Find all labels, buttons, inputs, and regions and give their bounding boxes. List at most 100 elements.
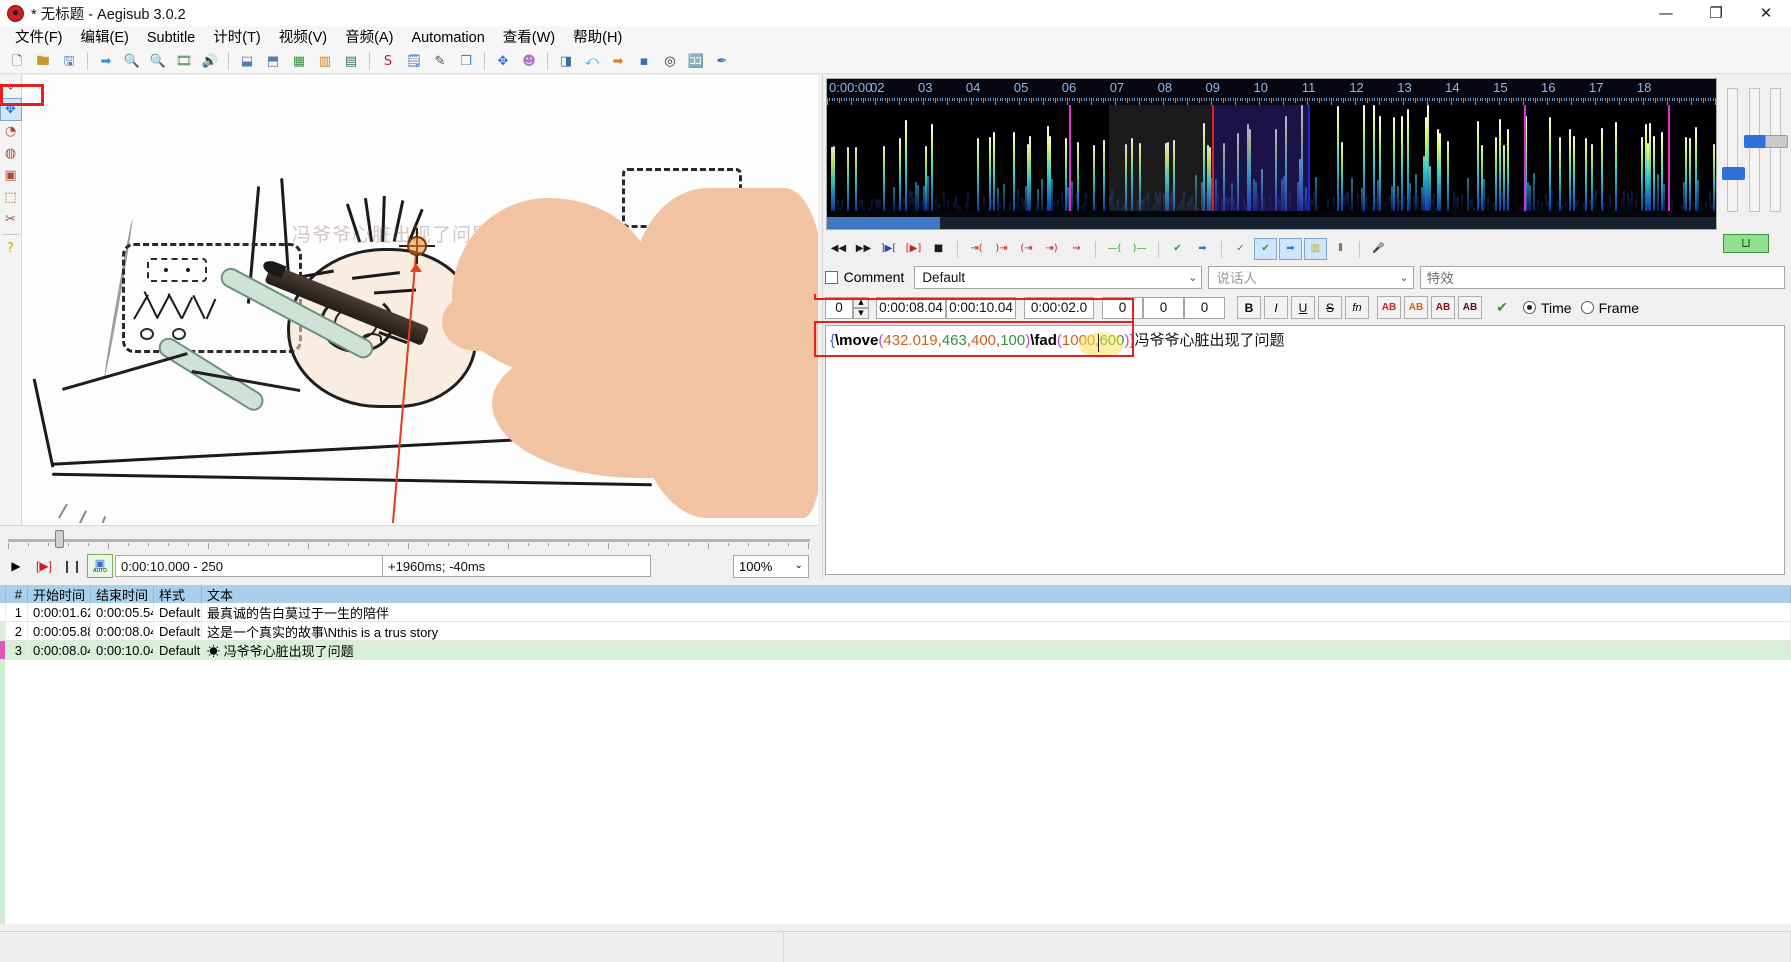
open-audio-icon[interactable]: 🔊 bbox=[198, 50, 222, 72]
horizontal-zoom-thumb[interactable] bbox=[1722, 167, 1745, 180]
snap-start-icon[interactable]: ⤺ bbox=[580, 50, 604, 72]
audio-play-selection-icon[interactable]: ]▶[ bbox=[877, 238, 900, 260]
audio-play-after-end-icon[interactable]: ⇥) bbox=[1040, 238, 1063, 260]
audio-prev-icon[interactable]: ◀◀ bbox=[827, 238, 850, 260]
margin-left-field[interactable]: 0 bbox=[1102, 296, 1143, 319]
grid-header-number[interactable]: # bbox=[6, 586, 28, 603]
audio-spectrum-mode-icon[interactable]: ▥ bbox=[1304, 238, 1327, 260]
secondary-color-button[interactable]: AB bbox=[1404, 296, 1428, 319]
grid-empty-area[interactable] bbox=[0, 660, 1791, 926]
actor-combo[interactable]: 说话人 ⌄ bbox=[1208, 265, 1414, 289]
commit-button[interactable]: ✔ bbox=[1490, 296, 1514, 319]
styles-manager-icon[interactable]: ▦ bbox=[287, 50, 311, 72]
menu-view[interactable]: 查看(W) bbox=[494, 27, 564, 49]
paste-over-icon[interactable]: ❐ bbox=[454, 50, 478, 72]
grid-header-end[interactable]: 结束时间 bbox=[91, 586, 154, 603]
margin-right-field[interactable]: 0 bbox=[1143, 296, 1184, 319]
menu-subtitle[interactable]: Subtitle bbox=[138, 27, 204, 49]
attachments-icon[interactable]: ▥ bbox=[313, 50, 337, 72]
audio-selection-end-marker[interactable] bbox=[1308, 105, 1311, 211]
close-button[interactable]: ✕ bbox=[1741, 0, 1791, 26]
tool-help-icon[interactable]: ? bbox=[1, 238, 21, 259]
audio-play-line-icon[interactable]: [▶] bbox=[902, 238, 925, 260]
audio-horizontal-scrollbar[interactable] bbox=[827, 217, 1716, 229]
tool-vector-clip-icon[interactable]: ✂ bbox=[1, 209, 21, 230]
layer-field[interactable]: 0 bbox=[825, 296, 853, 319]
audio-commit-next-icon[interactable]: ➡ bbox=[1191, 238, 1214, 260]
save-subtitles-icon[interactable]: 🖫 bbox=[57, 50, 81, 72]
grid-header-style[interactable]: 样式 bbox=[154, 586, 202, 603]
table-row[interactable]: 3 0:00:08.04 0:00:10.04 Default ☀ 冯爷爷心脏出… bbox=[0, 641, 1791, 660]
maximize-button[interactable]: ❐ bbox=[1691, 0, 1741, 26]
menu-automation[interactable]: Automation bbox=[402, 27, 493, 49]
grid-horizontal-scrollbar[interactable] bbox=[0, 924, 1791, 931]
shift-to-frame-icon[interactable]: ◨ bbox=[554, 50, 578, 72]
audio-timeline-ruler[interactable]: 0:00:00 02 03 04 05 06 07 08 09 10 11 12 13 14 15 16 17 1… bbox=[827, 79, 1716, 105]
tool-clip-icon[interactable]: ⬚ bbox=[1, 187, 21, 208]
margin-vertical-field[interactable]: 0 bbox=[1184, 296, 1225, 319]
audio-play-before-end-icon[interactable]: (⇥ bbox=[1015, 238, 1038, 260]
tool-scale-icon[interactable]: ▣ bbox=[1, 165, 21, 186]
audio-karaoke-icon[interactable]: 🎤 bbox=[1367, 238, 1390, 260]
tool-drag-icon[interactable]: ✥ bbox=[0, 98, 22, 121]
end-time-field[interactable]: 0:00:10.04 bbox=[946, 296, 1016, 319]
audio-lead-out-icon[interactable]: )— bbox=[1128, 238, 1151, 260]
video-zoom-combo[interactable]: 100% ⌄ bbox=[733, 554, 809, 578]
volume-slider[interactable] bbox=[1765, 88, 1788, 212]
zoom-out-icon[interactable]: 🔍 bbox=[146, 50, 170, 72]
font-button[interactable]: fn bbox=[1345, 296, 1369, 319]
time-radio[interactable]: Time bbox=[1523, 300, 1572, 316]
audio-auto-next-icon[interactable]: ➡ bbox=[1279, 238, 1302, 260]
underline-button[interactable]: U bbox=[1291, 296, 1315, 319]
start-time-field[interactable]: 0:00:08.04 bbox=[876, 296, 946, 319]
subtitle-text-area[interactable]: {\move(432.019,463,400,100)\fad(1000,600… bbox=[825, 325, 1785, 575]
audio-play-before-start-icon[interactable]: ⇥( bbox=[965, 238, 988, 260]
spinner-up-icon[interactable]: ▲ bbox=[853, 296, 869, 308]
video-panel[interactable]: 冯爷爷心脏出现了问题 bbox=[22, 75, 818, 530]
style-combo[interactable]: Default ⌄ bbox=[914, 265, 1203, 289]
italic-button[interactable]: I bbox=[1264, 296, 1288, 319]
zoom-in-icon[interactable]: 🔍 bbox=[120, 50, 144, 72]
menu-edit[interactable]: 编辑(E) bbox=[72, 27, 138, 49]
menu-video[interactable]: 视频(V) bbox=[270, 27, 336, 49]
outline-color-button[interactable]: AB bbox=[1431, 296, 1455, 319]
karaoke-icon[interactable]: 🈁 bbox=[684, 50, 708, 72]
table-row[interactable]: 1 0:00:01.62 0:00:05.54 Default 最真诚的告白莫过… bbox=[0, 603, 1791, 622]
table-row[interactable]: 2 0:00:05.88 0:00:08.04 Default 这是一个真实的故… bbox=[0, 622, 1791, 641]
menu-audio[interactable]: 音频(A) bbox=[336, 27, 402, 49]
video-frame[interactable]: 冯爷爷心脏出现了问题 bbox=[22, 78, 818, 523]
audio-keyframe-marker[interactable] bbox=[1069, 105, 1072, 211]
snap-scene-icon[interactable]: ▪ bbox=[632, 50, 656, 72]
timing-post-icon[interactable]: ◎ bbox=[658, 50, 682, 72]
audio-next-icon[interactable]: ▶▶ bbox=[852, 238, 875, 260]
menu-help[interactable]: 帮助(H) bbox=[564, 27, 631, 49]
minimize-button[interactable]: — bbox=[1641, 0, 1691, 26]
audio-commit-icon[interactable]: ✔ bbox=[1166, 238, 1189, 260]
audio-selection-band[interactable] bbox=[1212, 105, 1309, 211]
strikeout-button[interactable]: S bbox=[1318, 296, 1342, 319]
vertical-zoom-slider[interactable] bbox=[1744, 88, 1767, 212]
move-origin-crosshair[interactable] bbox=[399, 228, 435, 264]
audio-play-to-end-icon[interactable]: ⇝ bbox=[1065, 238, 1088, 260]
video-play-line-button[interactable]: [▶] bbox=[31, 554, 57, 578]
spinner-down-icon[interactable]: ▼ bbox=[853, 307, 869, 319]
open-subtitles-icon[interactable]: 🖿 bbox=[31, 50, 55, 72]
audio-lead-in-icon[interactable]: —( bbox=[1103, 238, 1126, 260]
video-pause-button[interactable]: ❙❙ bbox=[59, 554, 85, 578]
kanji-timer-icon[interactable]: ☻ bbox=[517, 50, 541, 72]
menu-file[interactable]: 文件(F) bbox=[6, 27, 72, 49]
automation-icon[interactable]: ✒ bbox=[710, 50, 734, 72]
resample-icon[interactable]: ✎ bbox=[428, 50, 452, 72]
video-autoscroll-toggle[interactable]: ▣ AUTO bbox=[87, 554, 113, 578]
tool-rotate-xy-icon[interactable]: ◍ bbox=[1, 143, 21, 164]
translation-assistant-icon[interactable]: 🗒 bbox=[402, 50, 426, 72]
shadow-color-button[interactable]: AB bbox=[1458, 296, 1482, 319]
primary-color-button[interactable]: AB bbox=[1377, 296, 1401, 319]
audio-playhead-marker-2[interactable] bbox=[1668, 105, 1671, 211]
volume-thumb[interactable] bbox=[1765, 135, 1788, 148]
audio-scroll-thumb[interactable] bbox=[827, 217, 940, 229]
select-lines-icon[interactable]: ✥ bbox=[491, 50, 515, 72]
audio-vertical-zoom-icon[interactable]: ⦀ bbox=[1329, 238, 1352, 260]
audio-playhead-marker[interactable] bbox=[1524, 105, 1527, 211]
video-seek-track[interactable] bbox=[8, 539, 810, 542]
